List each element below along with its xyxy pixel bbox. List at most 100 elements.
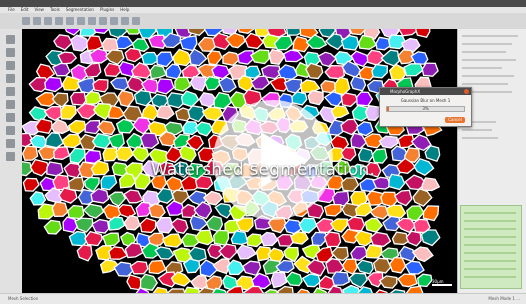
panel-row[interactable] bbox=[462, 83, 508, 85]
cell bbox=[126, 132, 144, 150]
seed-tool-icon[interactable] bbox=[6, 87, 15, 96]
fill-tool-icon[interactable] bbox=[6, 74, 15, 83]
rotate-icon[interactable] bbox=[99, 17, 107, 25]
cell bbox=[380, 191, 398, 208]
cell bbox=[405, 285, 424, 293]
cell bbox=[329, 218, 349, 233]
window-titlebar bbox=[0, 0, 526, 7]
cell bbox=[356, 259, 374, 275]
undo-icon[interactable] bbox=[22, 17, 30, 25]
cell bbox=[156, 187, 174, 204]
dialog-title-text: MorphoGraphX bbox=[390, 89, 421, 94]
cell bbox=[236, 244, 258, 260]
cell bbox=[91, 218, 110, 234]
parameters-table[interactable] bbox=[460, 205, 522, 289]
cell bbox=[242, 260, 262, 277]
cut-tool-icon[interactable] bbox=[6, 126, 15, 135]
cell bbox=[346, 216, 366, 232]
cell bbox=[76, 244, 93, 262]
cell bbox=[340, 146, 357, 162]
dialog-title: MorphoGraphX bbox=[380, 88, 471, 95]
cell bbox=[284, 271, 303, 287]
main-toolbar bbox=[22, 13, 172, 29]
pick-icon[interactable] bbox=[121, 17, 129, 25]
cell bbox=[34, 118, 53, 135]
cell bbox=[139, 217, 157, 234]
cell bbox=[270, 271, 288, 289]
cell bbox=[108, 216, 126, 231]
close-icon[interactable] bbox=[464, 89, 469, 94]
save-icon[interactable] bbox=[55, 17, 63, 25]
cell bbox=[51, 201, 69, 218]
cell bbox=[393, 189, 413, 207]
cell bbox=[324, 64, 346, 80]
settings-icon[interactable] bbox=[77, 17, 85, 25]
panel-tabs[interactable] bbox=[462, 35, 518, 37]
progress-bar: 3% bbox=[386, 106, 465, 112]
cell bbox=[354, 230, 373, 247]
cell bbox=[350, 75, 367, 92]
screenshot-icon[interactable] bbox=[66, 17, 74, 25]
cell bbox=[91, 132, 111, 150]
cell bbox=[237, 29, 255, 34]
cell bbox=[124, 47, 143, 63]
cell bbox=[193, 201, 213, 220]
cell bbox=[202, 190, 224, 206]
cell bbox=[62, 216, 79, 234]
panel-row[interactable] bbox=[462, 59, 516, 61]
cell bbox=[148, 259, 167, 275]
cell bbox=[350, 132, 368, 150]
cell bbox=[126, 274, 142, 291]
cell bbox=[92, 78, 109, 93]
grab-tool-icon[interactable] bbox=[6, 113, 15, 122]
cell bbox=[44, 76, 63, 93]
cell bbox=[179, 35, 198, 52]
cell bbox=[161, 233, 183, 248]
panel-row[interactable] bbox=[462, 129, 492, 131]
brush-tool-icon[interactable] bbox=[6, 61, 15, 70]
lasso-tool-icon[interactable] bbox=[6, 48, 15, 57]
cell bbox=[189, 75, 207, 92]
cell bbox=[218, 243, 238, 261]
cell bbox=[299, 79, 321, 93]
select-icon[interactable] bbox=[110, 17, 118, 25]
cell bbox=[108, 105, 126, 120]
cell bbox=[108, 246, 129, 260]
cell bbox=[109, 77, 130, 91]
cell bbox=[330, 246, 349, 262]
cell bbox=[422, 205, 440, 222]
select-tool-icon[interactable] bbox=[6, 35, 15, 44]
pick-label-tool-icon[interactable] bbox=[6, 100, 15, 109]
panel-row[interactable] bbox=[462, 137, 498, 139]
cell bbox=[155, 216, 174, 234]
cancel-button[interactable]: Cancel bbox=[445, 117, 465, 123]
cell bbox=[348, 29, 367, 36]
open-icon[interactable] bbox=[44, 17, 52, 25]
label-icon[interactable] bbox=[132, 17, 140, 25]
cell bbox=[330, 105, 350, 119]
panel-row[interactable] bbox=[462, 75, 514, 77]
cell bbox=[84, 230, 103, 247]
cell bbox=[415, 29, 431, 38]
cell bbox=[307, 89, 324, 106]
erase-tool-icon[interactable] bbox=[6, 139, 15, 148]
cell bbox=[350, 245, 369, 261]
cell bbox=[236, 50, 255, 65]
menu-item-file[interactable]: File bbox=[8, 7, 15, 13]
cell bbox=[323, 231, 342, 248]
cell bbox=[96, 120, 116, 136]
panel-row[interactable] bbox=[462, 67, 502, 69]
cell bbox=[404, 260, 425, 275]
cell bbox=[325, 258, 345, 274]
panel-row[interactable] bbox=[462, 51, 506, 53]
cell bbox=[403, 63, 424, 77]
cell bbox=[283, 78, 303, 94]
cell bbox=[283, 246, 300, 263]
reset-view-icon[interactable] bbox=[88, 17, 96, 25]
status-bar: Mesh Selection Mesh Mode 1 ... bbox=[0, 293, 526, 304]
cell bbox=[148, 203, 166, 219]
cell bbox=[139, 273, 159, 292]
panel-row[interactable] bbox=[462, 43, 512, 45]
redo-icon[interactable] bbox=[33, 17, 41, 25]
cell bbox=[388, 63, 407, 81]
